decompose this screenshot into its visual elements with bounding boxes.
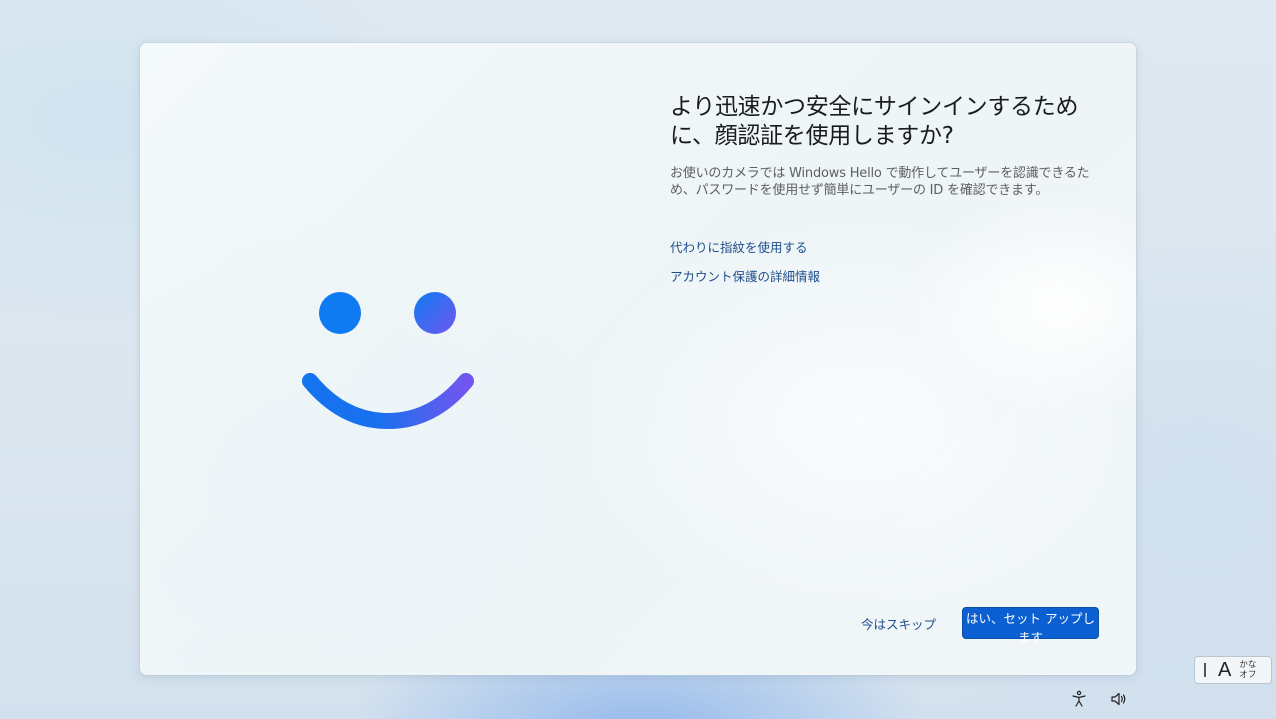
use-fingerprint-link[interactable]: 代わりに指紋を使用する [670,240,1110,256]
volume-icon[interactable] [1110,690,1128,708]
ime-kana-top: かな [1239,660,1257,670]
skip-button[interactable]: 今はスキップ [853,608,944,638]
account-protection-info-link[interactable]: アカウント保護の詳細情報 [670,269,1110,285]
page-description: お使いのカメラでは Windows Hello で動作してユーザーを認識できるた… [670,166,1090,198]
windows-hello-face-icon [302,292,474,430]
content-pane: より迅速かつ安全にサインインするために、顔認証を使用しますか? お使いのカメラで… [670,93,1110,285]
right-eye [414,292,456,334]
smile [302,373,474,430]
setup-button[interactable]: はい、セット アップします [962,607,1099,645]
ime-kana-bottom: オフ [1239,670,1257,680]
left-eye [319,292,361,334]
ime-indicator[interactable]: A かな オフ [1194,656,1272,684]
setup-card: より迅速かつ安全にサインインするために、顔認証を使用しますか? お使いのカメラで… [140,43,1136,675]
ime-mode-label: A [1218,659,1232,681]
page-title: より迅速かつ安全にサインインするために、顔認証を使用しますか? [670,94,1079,149]
text-cursor-icon [1204,663,1206,677]
accessibility-icon[interactable] [1070,690,1088,708]
ime-kana-status: かな オフ [1239,660,1256,680]
